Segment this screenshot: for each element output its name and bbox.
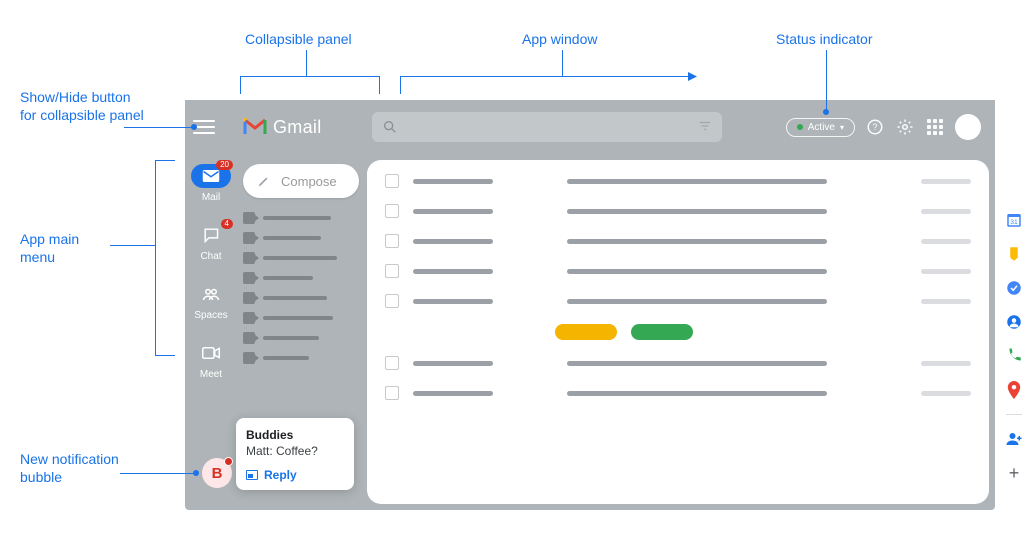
add-app-button[interactable]: + [1004, 463, 1024, 483]
rail-item-spaces[interactable]: Spaces [191, 282, 231, 321]
checkbox[interactable] [385, 386, 399, 400]
label-icon [243, 272, 255, 284]
mail-row[interactable] [385, 174, 971, 188]
reply-label: Reply [264, 468, 297, 482]
notification-message: Matt: Coffee? [246, 444, 344, 458]
voice-icon[interactable] [1004, 346, 1024, 366]
rail-item-chat[interactable]: 4 Chat [191, 223, 231, 262]
mail-row[interactable] [385, 264, 971, 278]
mail-badge: 20 [216, 160, 233, 170]
tasks-icon[interactable] [1004, 278, 1024, 298]
notification-title: Buddies [246, 428, 344, 442]
notification-reply-button[interactable]: Reply [246, 468, 344, 482]
chip-yellow[interactable] [555, 324, 617, 340]
folder-row[interactable] [243, 352, 359, 364]
folder-row[interactable] [243, 212, 359, 224]
label-icon [243, 232, 255, 244]
chat-icon [202, 227, 220, 243]
search-options-icon[interactable] [698, 119, 712, 136]
status-label: Active [808, 122, 835, 133]
annotation-app-window: App window [522, 30, 598, 48]
compose-button[interactable]: Compose [243, 164, 359, 198]
label-icon [243, 252, 255, 264]
folder-list [243, 212, 359, 364]
reply-icon [246, 470, 258, 480]
annotation-main-menu: App main menu [20, 230, 110, 266]
mail-row[interactable] [385, 204, 971, 218]
mail-list [367, 160, 989, 504]
status-dot-icon [797, 124, 803, 130]
folder-row[interactable] [243, 232, 359, 244]
checkbox[interactable] [385, 174, 399, 188]
chip-green[interactable] [631, 324, 693, 340]
product-name: Gmail [273, 117, 322, 138]
label-icon [243, 292, 255, 304]
rail-label: Meet [200, 369, 222, 380]
add-person-icon[interactable] [1004, 429, 1024, 449]
side-panel-divider [1006, 414, 1022, 415]
keep-icon[interactable] [1004, 244, 1024, 264]
search-input[interactable] [372, 112, 722, 142]
notification-avatar[interactable]: B [202, 458, 232, 488]
pencil-icon [257, 174, 271, 188]
rail-label: Mail [202, 192, 220, 203]
folder-row[interactable] [243, 252, 359, 264]
svg-text:?: ? [872, 122, 877, 132]
compose-label: Compose [281, 174, 337, 189]
account-avatar[interactable] [955, 114, 981, 140]
label-icon [243, 312, 255, 324]
settings-button[interactable] [895, 117, 915, 137]
spaces-icon [202, 286, 220, 302]
folder-row[interactable] [243, 312, 359, 324]
chevron-down-icon: ▾ [840, 123, 844, 132]
mail-row[interactable] [385, 294, 971, 308]
status-indicator[interactable]: Active ▾ [786, 118, 855, 137]
gmail-logo-icon [243, 118, 267, 136]
folder-row[interactable] [243, 332, 359, 344]
rail-item-mail[interactable]: 20 Mail [191, 164, 231, 203]
meet-icon [202, 346, 220, 360]
checkbox[interactable] [385, 264, 399, 278]
folder-row[interactable] [243, 272, 359, 284]
annotation-collapsible-panel: Collapsible panel [245, 30, 352, 48]
chat-badge: 4 [221, 219, 233, 229]
search-icon [382, 119, 398, 135]
google-apps-button[interactable] [925, 117, 945, 137]
annotation-notification-bubble: New notification bubble [20, 450, 120, 486]
notification-bubble: Buddies Matt: Coffee? Reply [236, 418, 354, 490]
mail-icon [202, 169, 220, 183]
help-button[interactable]: ? [865, 117, 885, 137]
annotation-hamburger: Show/Hide button for collapsible panel [20, 88, 150, 124]
apps-grid-icon [927, 119, 943, 135]
checkbox[interactable] [385, 294, 399, 308]
label-icon [243, 212, 255, 224]
label-icon [243, 332, 255, 344]
mail-row[interactable] [385, 234, 971, 248]
notification-dot-icon [224, 457, 233, 466]
svg-text:31: 31 [1010, 219, 1018, 226]
product-logo[interactable]: Gmail [243, 117, 322, 138]
contacts-icon[interactable] [1004, 312, 1024, 332]
side-panel-apps: 31 + [999, 210, 1024, 483]
maps-icon[interactable] [1004, 380, 1024, 400]
checkbox[interactable] [385, 204, 399, 218]
annotation-status-indicator: Status indicator [776, 30, 873, 48]
rail-label: Chat [200, 251, 221, 262]
rail-item-meet[interactable]: Meet [191, 341, 231, 380]
mail-row[interactable] [385, 386, 971, 400]
topbar: Gmail Active ▾ ? [185, 100, 995, 154]
checkbox[interactable] [385, 234, 399, 248]
mail-row[interactable] [385, 356, 971, 370]
folder-row[interactable] [243, 292, 359, 304]
checkbox[interactable] [385, 356, 399, 370]
label-icon [243, 352, 255, 364]
notification-avatar-letter: B [212, 465, 223, 482]
mail-row-chips [555, 324, 971, 340]
calendar-icon[interactable]: 31 [1004, 210, 1024, 230]
rail-label: Spaces [194, 310, 227, 321]
